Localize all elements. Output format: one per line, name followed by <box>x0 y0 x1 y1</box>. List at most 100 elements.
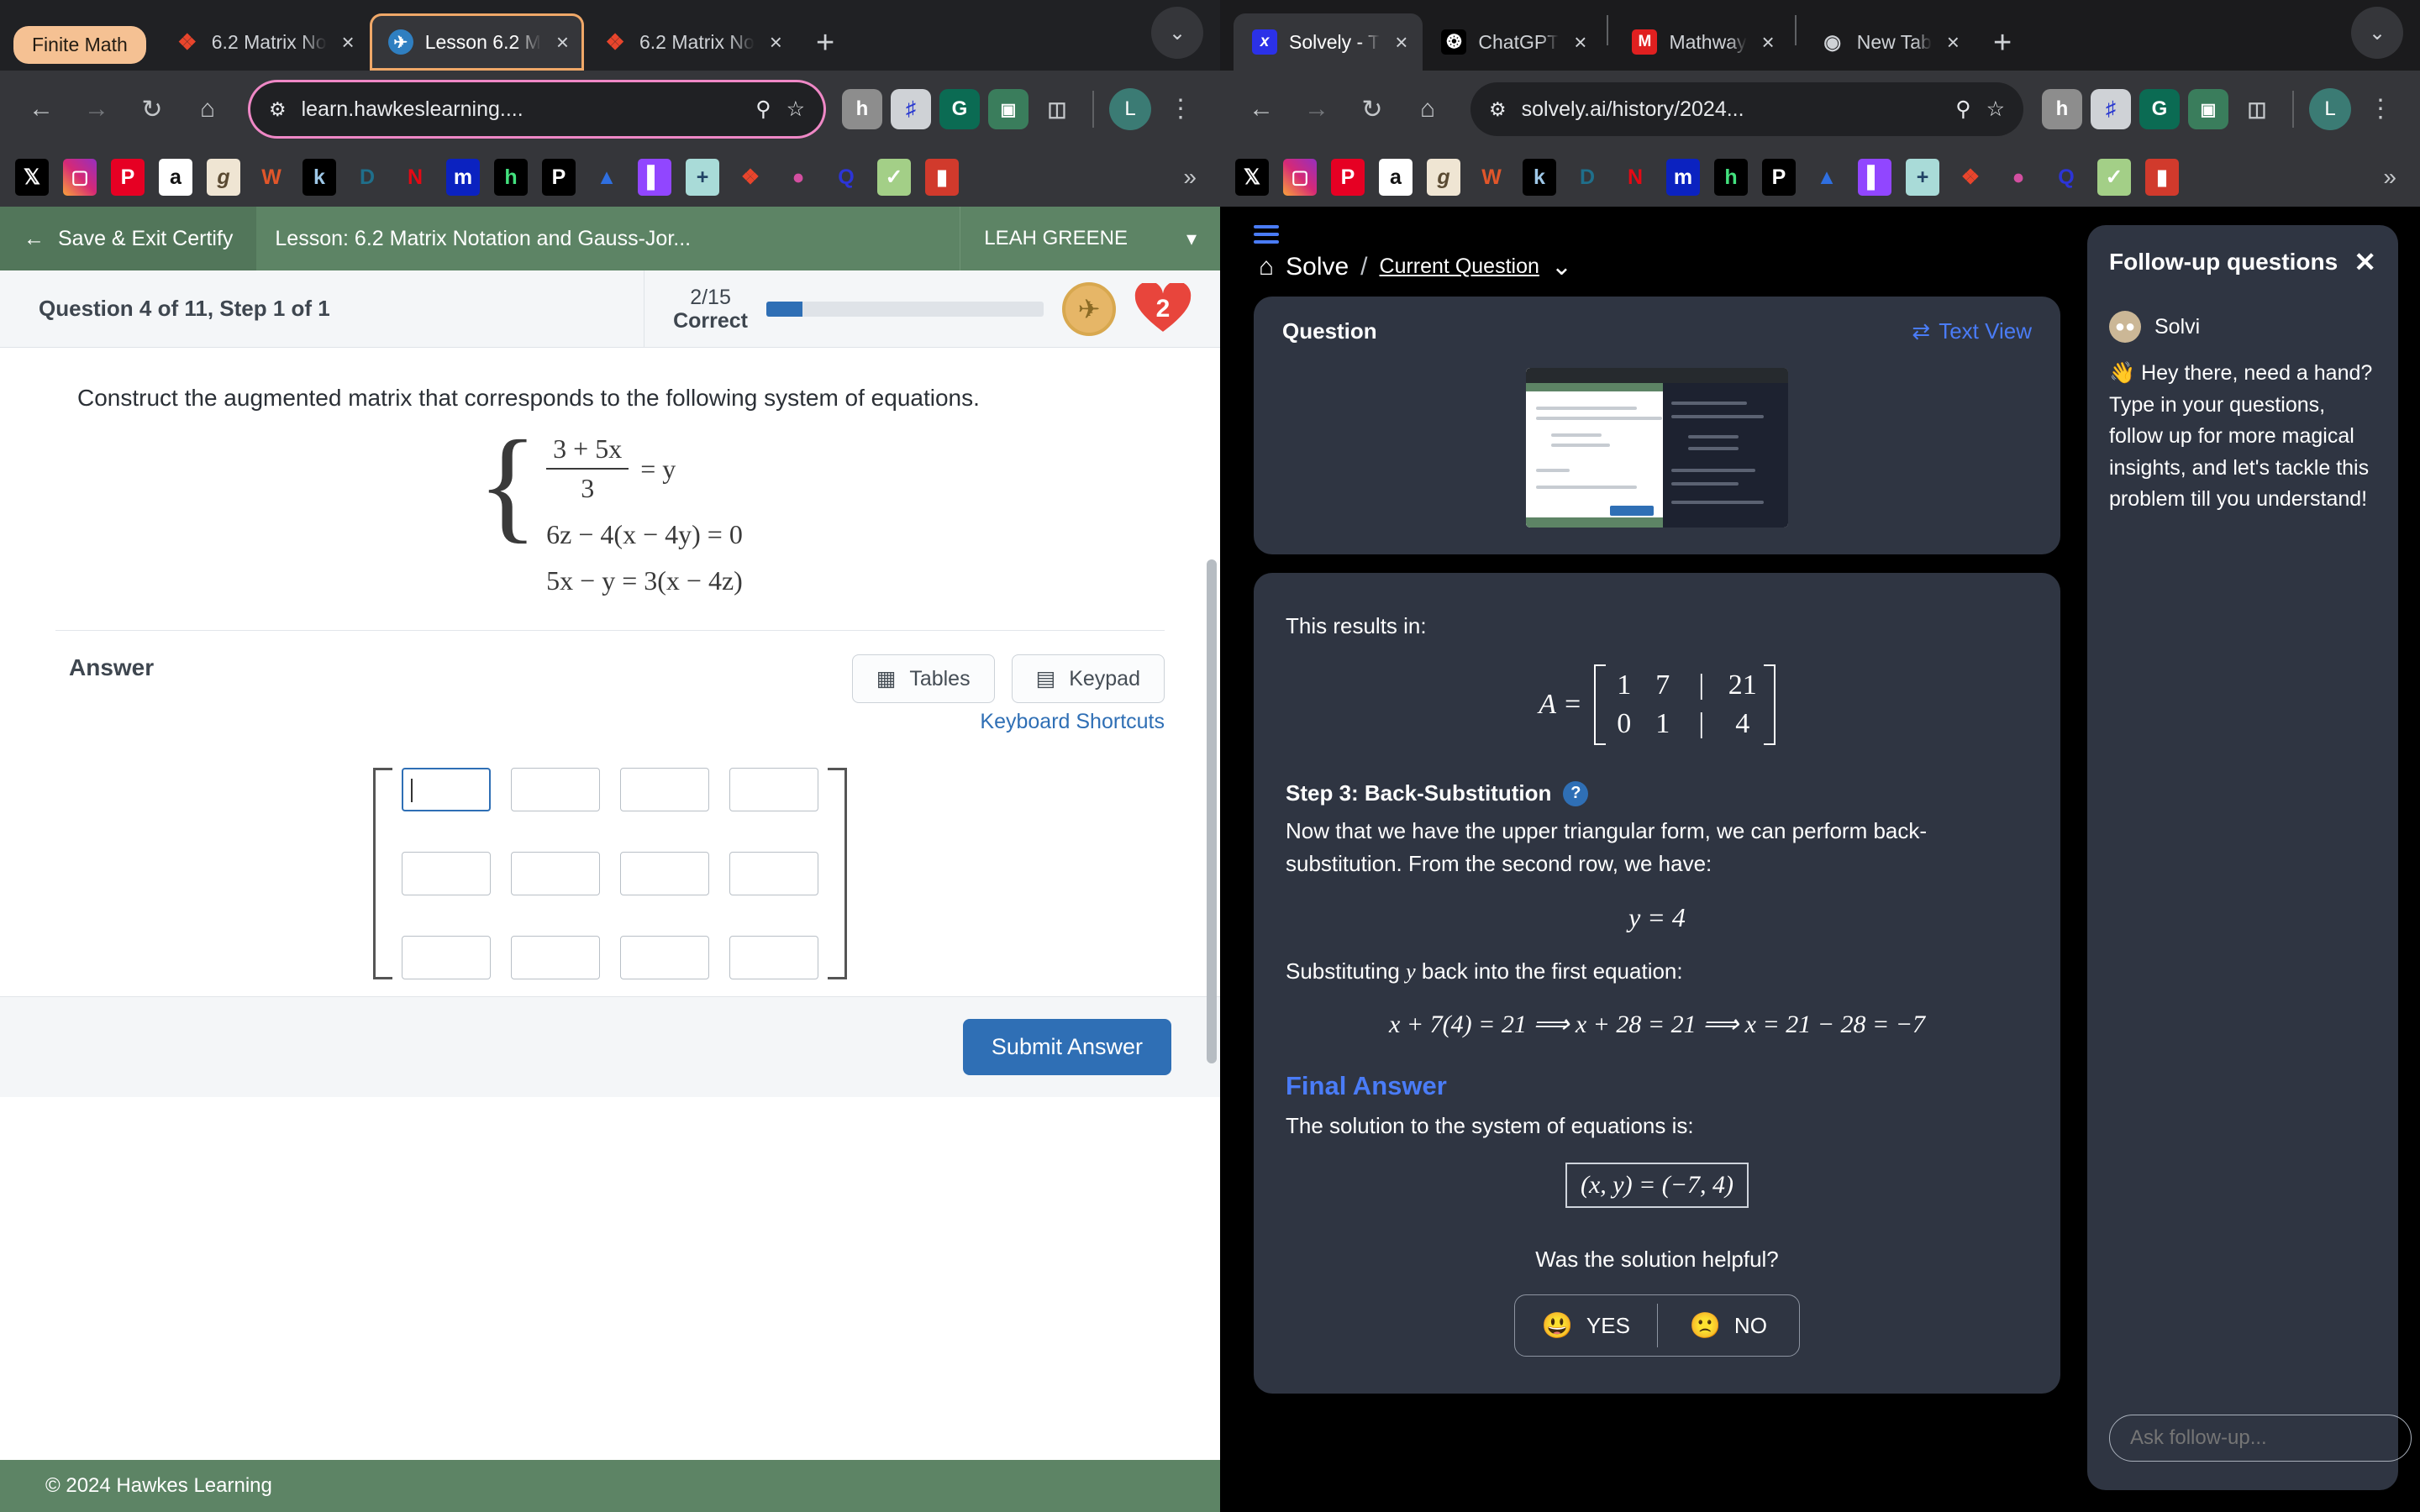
bookmark-instagram[interactable]: ▢ <box>63 159 97 196</box>
user-menu[interactable]: LEAH GREENE ▾ <box>960 207 1220 270</box>
tab-lesson-active[interactable]: ✈ Lesson 6.2 M × <box>369 13 584 71</box>
matrix-cell-r3c3[interactable] <box>620 936 709 979</box>
reload-icon[interactable]: ↻ <box>128 85 176 134</box>
tab-close-icon[interactable]: × <box>556 31 569 53</box>
bookmark-x[interactable]: 𝕏 <box>1235 159 1269 196</box>
bookmark-hawkes[interactable]: ❖ <box>734 159 767 196</box>
bookmark-k[interactable]: k <box>302 159 336 196</box>
bookmark-m[interactable]: m <box>446 159 480 196</box>
tab-close-icon[interactable]: × <box>770 31 782 53</box>
bookmark-disney[interactable]: D <box>350 159 384 196</box>
tab-close-icon[interactable]: × <box>1762 31 1775 53</box>
bookmark-amazon[interactable]: a <box>159 159 192 196</box>
bookmark-k[interactable]: k <box>1523 159 1556 196</box>
bookmarks-overflow-icon[interactable]: » <box>1183 164 1205 191</box>
bookmark-disney[interactable]: D <box>1570 159 1604 196</box>
site-info-icon[interactable]: ⚙ <box>269 98 287 121</box>
tables-button[interactable]: ▦ Tables <box>851 654 995 703</box>
forward-icon[interactable]: → <box>72 85 121 134</box>
chevron-down-icon[interactable]: ▾ <box>1186 227 1197 251</box>
browser-menu-icon[interactable]: ⋮ <box>2358 97 2403 122</box>
back-icon[interactable]: ← <box>17 85 66 134</box>
tab-close-icon[interactable]: × <box>342 31 355 53</box>
menu-hamburger-icon[interactable] <box>1254 225 1279 244</box>
bookmarks-overflow-icon[interactable]: » <box>2383 164 2405 191</box>
ask-followup-input[interactable] <box>2109 1415 2412 1462</box>
matrix-cell-r1c3[interactable] <box>620 768 709 811</box>
grammarly-icon[interactable]: G <box>939 89 980 129</box>
chevron-down-icon[interactable]: ⌄ <box>1551 252 1572 281</box>
bookmark-book[interactable]: ▮ <box>2145 159 2179 196</box>
tab-close-icon[interactable]: × <box>1395 31 1407 53</box>
matrix-cell-r2c1[interactable] <box>402 852 491 895</box>
breadcrumb-current[interactable]: Current Question <box>1380 255 1539 279</box>
text-view-button[interactable]: ⇄ Text View <box>1912 318 2032 344</box>
matrix-cell-r3c2[interactable] <box>511 936 600 979</box>
submit-answer-button[interactable]: Submit Answer <box>962 1019 1171 1075</box>
bookmark-x[interactable]: 𝕏 <box>15 159 49 196</box>
vote-yes-button[interactable]: 😃 YES <box>1515 1311 1657 1341</box>
profile-avatar[interactable]: L <box>2309 88 2351 130</box>
tab-hawkes-2[interactable]: ❖ 6.2 Matrix No × <box>584 13 797 71</box>
grammarly-icon[interactable]: G <box>2139 89 2180 129</box>
bitwarden-icon[interactable]: ▣ <box>988 89 1028 129</box>
bookmark-goodreads[interactable]: g <box>207 159 240 196</box>
bookmark-goodreads[interactable]: g <box>1427 159 1460 196</box>
bookmark-m[interactable]: m <box>1666 159 1700 196</box>
matrix-cell-r1c4[interactable] <box>729 768 818 811</box>
bookmark-hawkes[interactable]: ❖ <box>1954 159 1987 196</box>
bookmark-a[interactable]: ▲ <box>590 159 623 196</box>
bookmark-netflix[interactable]: N <box>398 159 432 196</box>
breadcrumb-root[interactable]: Solve <box>1286 253 1349 281</box>
bookmark-p[interactable]: P <box>542 159 576 196</box>
bookmark-pinterest[interactable]: P <box>111 159 145 196</box>
matrix-cell-r2c3[interactable] <box>620 852 709 895</box>
matrix-cell-r2c4[interactable] <box>729 852 818 895</box>
bookmark-q[interactable]: Q <box>2049 159 2083 196</box>
clipboard-icon[interactable]: ◫ <box>1037 89 1077 129</box>
tab-hawkes-1[interactable]: ❖ 6.2 Matrix No × <box>156 13 370 71</box>
bookmark-twitch[interactable]: ▌ <box>1858 159 1891 196</box>
matrix-cell-r1c1[interactable] <box>402 768 491 811</box>
tab-mathway[interactable]: M Mathway × <box>1613 13 1789 71</box>
bookmark-h[interactable]: h <box>494 159 528 196</box>
bookmark-netflix[interactable]: N <box>1618 159 1652 196</box>
bookmark-star-icon[interactable]: ☆ <box>786 97 805 122</box>
bookmark-amazon[interactable]: a <box>1379 159 1413 196</box>
medal-icon[interactable]: ✈ <box>1062 281 1116 336</box>
bookmark-instagram[interactable]: ▢ <box>1283 159 1317 196</box>
matrix-cell-r1c2[interactable] <box>511 768 600 811</box>
new-tab-button[interactable]: + <box>1975 27 2030 71</box>
forward-icon[interactable]: → <box>1292 85 1341 134</box>
home-icon[interactable]: ⌂ <box>183 85 232 134</box>
honey-icon[interactable]: h <box>2042 89 2082 129</box>
close-icon[interactable]: ✕ <box>2354 249 2376 276</box>
browser-menu-icon[interactable]: ⋮ <box>1158 97 1203 122</box>
waveform-icon[interactable]: ♯ <box>891 89 931 129</box>
matrix-cell-r2c2[interactable] <box>511 852 600 895</box>
reload-icon[interactable]: ↻ <box>1348 85 1397 134</box>
keyboard-shortcuts-link[interactable]: Keyboard Shortcuts <box>980 710 1165 734</box>
tab-chatgpt[interactable]: ❂ ChatGPT × <box>1423 13 1602 71</box>
bookmark-check[interactable]: ✓ <box>877 159 911 196</box>
bookmark-w[interactable]: W <box>255 159 288 196</box>
bookmark-pinterest[interactable]: P <box>1331 159 1365 196</box>
bookmark-q[interactable]: Q <box>829 159 863 196</box>
question-screenshot-thumbnail[interactable] <box>1526 368 1788 528</box>
bookmark-w[interactable]: W <box>1475 159 1508 196</box>
bookmark-twitch[interactable]: ▌ <box>638 159 671 196</box>
tab-close-icon[interactable]: × <box>1947 31 1960 53</box>
vote-no-button[interactable]: 🙁 NO <box>1658 1311 1800 1341</box>
help-icon[interactable]: ? <box>1563 780 1589 806</box>
search-icon[interactable]: ⚲ <box>755 97 771 122</box>
search-icon[interactable]: ⚲ <box>1955 97 1970 122</box>
address-bar[interactable]: ⚙ learn.hawkeslearning.... ⚲ ☆ <box>250 82 823 136</box>
tab-search-chevron-down-icon[interactable]: ⌄ <box>2351 7 2403 59</box>
tab-search-chevron-down-icon[interactable]: ⌄ <box>1151 7 1203 59</box>
save-exit-button[interactable]: ← Save & Exit Certify <box>0 207 257 270</box>
bookmark-h[interactable]: h <box>1714 159 1748 196</box>
tab-solvely-active[interactable]: x Solvely - T × <box>1234 13 1423 71</box>
bookmark-a[interactable]: ▲ <box>1810 159 1844 196</box>
honey-icon[interactable]: h <box>842 89 882 129</box>
bookmark-p[interactable]: P <box>1762 159 1796 196</box>
